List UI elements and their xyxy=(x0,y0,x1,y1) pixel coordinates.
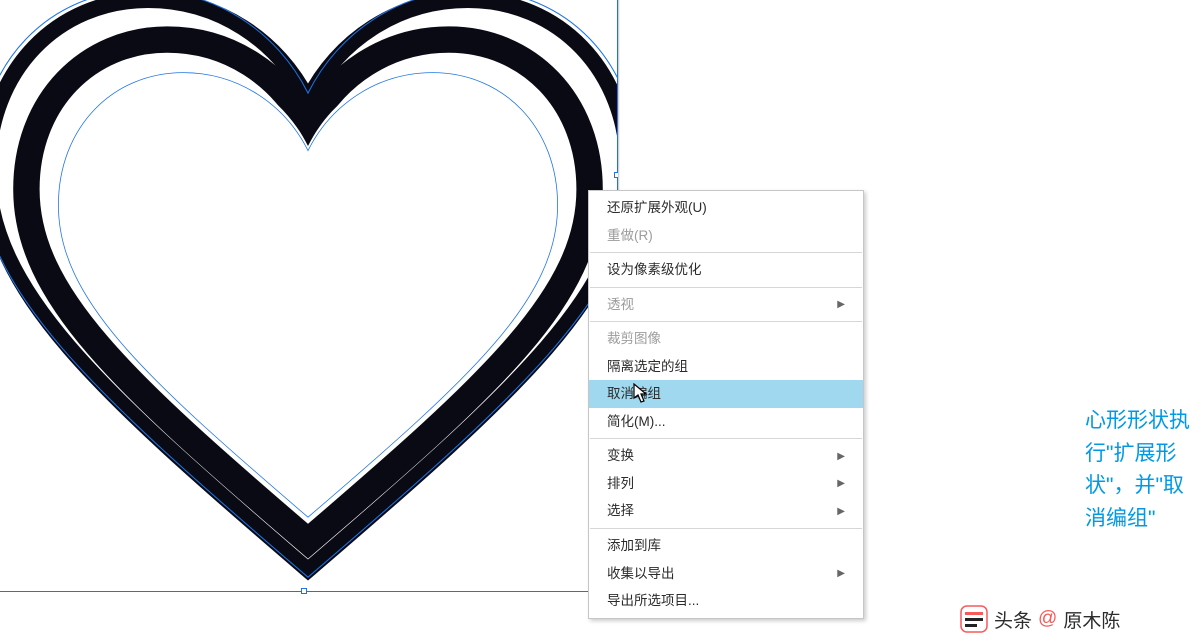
menu-simplify[interactable]: 简化(M)... xyxy=(589,408,863,436)
menu-separator xyxy=(590,252,862,253)
menu-item-label: 重做(R) xyxy=(607,227,653,245)
menu-collect-for-export[interactable]: 收集以导出 ▶ xyxy=(589,560,863,588)
chevron-right-icon: ▶ xyxy=(837,450,845,463)
menu-select[interactable]: 选择 ▶ xyxy=(589,497,863,525)
watermark: 头条 @ 原木陈 xyxy=(960,605,1120,633)
menu-pixel-perfect[interactable]: 设为像素级优化 xyxy=(589,256,863,284)
menu-transform[interactable]: 变换 ▶ xyxy=(589,442,863,470)
menu-redo: 重做(R) xyxy=(589,222,863,250)
chevron-right-icon: ▶ xyxy=(837,477,845,490)
menu-separator xyxy=(590,528,862,529)
context-menu: 还原扩展外观(U) 重做(R) 设为像素级优化 透视 ▶ 裁剪图像 隔离选定的组… xyxy=(588,190,864,619)
canvas-area[interactable] xyxy=(0,0,620,595)
chevron-right-icon: ▶ xyxy=(837,298,845,311)
menu-item-label: 裁剪图像 xyxy=(607,330,661,348)
toutiao-logo-icon xyxy=(960,605,988,633)
menu-item-label: 简化(M)... xyxy=(607,413,666,431)
menu-item-label: 导出所选项目... xyxy=(607,592,699,610)
heart-shape[interactable] xyxy=(0,0,620,605)
watermark-author: 原木陈 xyxy=(1063,606,1120,633)
menu-item-label: 选择 xyxy=(607,502,634,520)
menu-item-label: 排列 xyxy=(607,475,634,493)
menu-item-label: 还原扩展外观(U) xyxy=(607,199,707,217)
menu-separator xyxy=(590,438,862,439)
annotation-caption: 心形形状执行"扩展形状"，并"取消编组" xyxy=(1085,405,1200,535)
menu-item-label: 变换 xyxy=(607,447,634,465)
menu-add-to-library[interactable]: 添加到库 xyxy=(589,532,863,560)
menu-separator xyxy=(590,287,862,288)
menu-item-label: 收集以导出 xyxy=(607,565,675,583)
menu-separator xyxy=(590,321,862,322)
menu-export-selection[interactable]: 导出所选项目... xyxy=(589,587,863,615)
menu-isolate-group[interactable]: 隔离选定的组 xyxy=(589,353,863,381)
menu-item-label: 隔离选定的组 xyxy=(607,358,688,376)
watermark-at: @ xyxy=(1038,608,1057,630)
menu-item-label: 设为像素级优化 xyxy=(607,261,702,279)
chevron-right-icon: ▶ xyxy=(837,505,845,518)
menu-item-label: 取消编组 xyxy=(607,385,661,403)
menu-arrange[interactable]: 排列 ▶ xyxy=(589,470,863,498)
menu-ungroup[interactable]: 取消编组 xyxy=(589,380,863,408)
menu-item-label: 透视 xyxy=(607,296,634,314)
chevron-right-icon: ▶ xyxy=(837,567,845,580)
menu-item-label: 添加到库 xyxy=(607,537,661,555)
menu-perspective: 透视 ▶ xyxy=(589,291,863,319)
menu-crop-image: 裁剪图像 xyxy=(589,325,863,353)
watermark-brand: 头条 xyxy=(994,606,1032,633)
menu-undo-expand-appearance[interactable]: 还原扩展外观(U) xyxy=(589,194,863,222)
